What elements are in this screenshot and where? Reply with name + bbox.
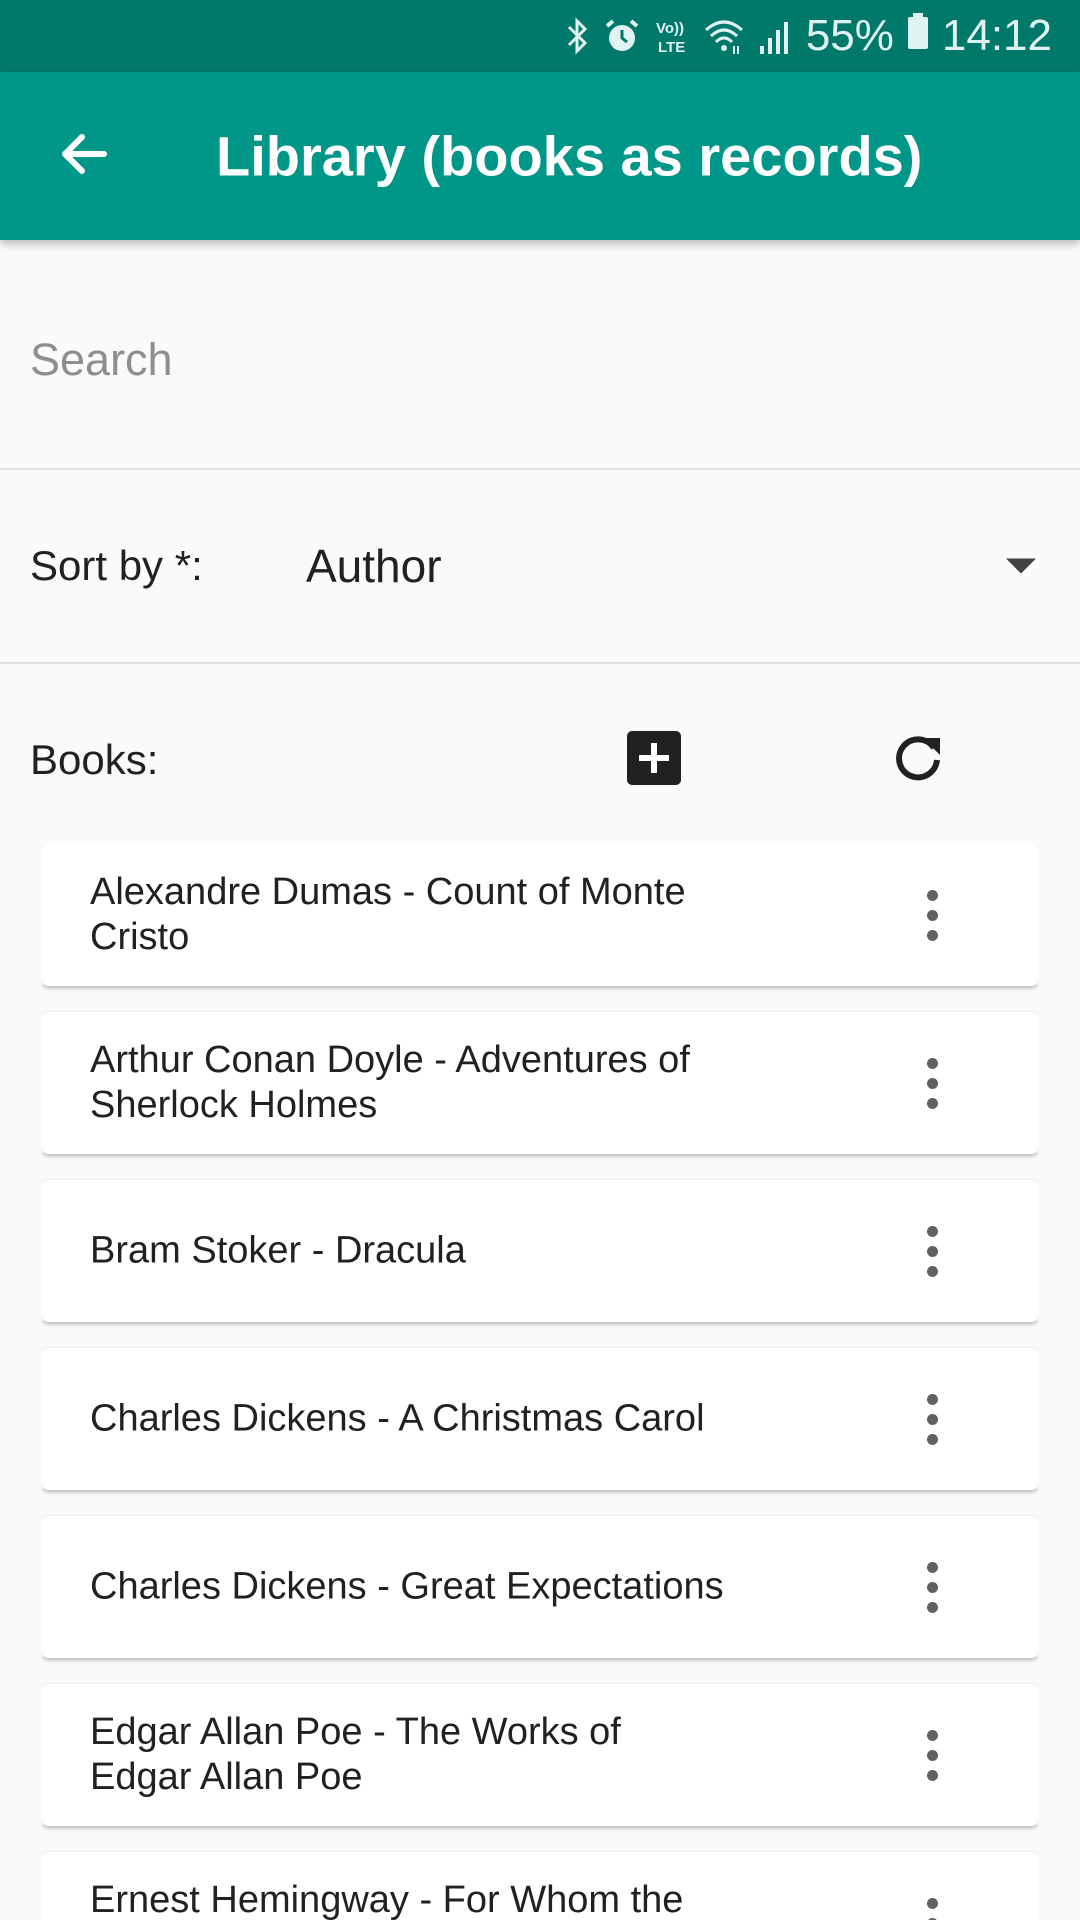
- book-card[interactable]: Arthur Conan Doyle - Adventures of Sherl…: [42, 1012, 1038, 1154]
- svg-text:Vo)): Vo)): [656, 20, 684, 37]
- book-title: Alexandre Dumas - Count of Monte Cristo: [90, 871, 686, 958]
- search-input[interactable]: [30, 320, 1050, 400]
- more-options-dot: [926, 1897, 938, 1909]
- battery-percentage: 55%: [805, 11, 894, 60]
- book-title: Charles Dickens - Great Expectations: [90, 1565, 724, 1608]
- more-options-icon[interactable]: [902, 1547, 962, 1627]
- more-options-icon[interactable]: [902, 1043, 962, 1123]
- book-card[interactable]: Ernest Hemingway - For Whom the Bell Tol…: [42, 1852, 1038, 1920]
- sort-label: Sort by *:: [30, 542, 203, 589]
- more-options-dot: [926, 889, 938, 901]
- svg-text:LTE: LTE: [658, 39, 685, 56]
- more-options-dot: [926, 1561, 938, 1573]
- volte-icon: Vo)) LTE: [654, 16, 690, 56]
- sort-selected-value: Author: [306, 540, 442, 592]
- book-card[interactable]: Edgar Allan Poe - The Works of Edgar All…: [42, 1684, 1038, 1826]
- book-title: Bram Stoker - Dracula: [90, 1229, 466, 1272]
- more-options-dot: [926, 1729, 938, 1741]
- book-title: Charles Dickens - A Christmas Carol: [90, 1397, 705, 1440]
- sort-dropdown[interactable]: Author: [290, 520, 1050, 612]
- refresh-icon: [890, 730, 946, 791]
- book-card[interactable]: Bram Stoker - Dracula: [42, 1180, 1038, 1322]
- page-title: Library (books as records): [216, 124, 923, 188]
- add-book-button[interactable]: [610, 722, 698, 798]
- app-bar: Library (books as records): [0, 72, 1080, 240]
- more-options-dot: [926, 929, 938, 941]
- status-bar: Vo)) LTE 55% 14:12: [0, 0, 1080, 72]
- more-options-dot: [926, 1393, 938, 1405]
- book-card[interactable]: Charles Dickens - Great Expectations: [42, 1516, 1038, 1658]
- more-options-icon[interactable]: [902, 875, 962, 955]
- more-options-dot: [926, 1581, 938, 1593]
- arrow-left-icon: [58, 128, 110, 185]
- more-options-dot: [926, 1413, 938, 1425]
- refresh-button[interactable]: [878, 720, 958, 800]
- clock: 14:12: [941, 11, 1052, 60]
- more-options-dot: [926, 1265, 938, 1277]
- status-icons: Vo)) LTE: [564, 16, 792, 56]
- alarm-icon: [602, 16, 642, 56]
- book-card[interactable]: Charles Dickens - A Christmas Carol: [42, 1348, 1038, 1490]
- books-label: Books:: [30, 736, 159, 783]
- dropdown-arrow-icon: [1006, 558, 1036, 574]
- add-box-icon: [626, 730, 682, 791]
- more-options-dot: [926, 909, 938, 921]
- more-options-icon[interactable]: [902, 1379, 962, 1459]
- more-options-icon[interactable]: [902, 1211, 962, 1291]
- more-options-icon[interactable]: [902, 1883, 962, 1920]
- more-options-dot: [926, 1245, 938, 1257]
- more-options-dot: [926, 1225, 938, 1237]
- book-card[interactable]: Alexandre Dumas - Count of Monte Cristo: [42, 844, 1038, 986]
- book-list: Alexandre Dumas - Count of Monte Cristo A…: [42, 844, 1038, 1920]
- wifi-icon: [702, 16, 746, 56]
- bluetooth-icon: [564, 16, 590, 56]
- book-title: Ernest Hemingway - For Whom the Bell Tol…: [90, 1879, 684, 1920]
- battery-icon: [906, 11, 930, 62]
- more-options-dot: [926, 1097, 938, 1109]
- more-options-icon[interactable]: [902, 1715, 962, 1795]
- more-options-dot: [926, 1601, 938, 1613]
- more-options-dot: [926, 1057, 938, 1069]
- more-options-dot: [926, 1433, 938, 1445]
- more-options-dot: [926, 1749, 938, 1761]
- book-title: Arthur Conan Doyle - Adventures of Sherl…: [90, 1039, 690, 1126]
- more-options-dot: [926, 1077, 938, 1089]
- book-title: Edgar Allan Poe - The Works of Edgar All…: [90, 1711, 621, 1798]
- back-button[interactable]: [48, 120, 120, 192]
- signal-icon: [758, 16, 792, 56]
- more-options-dot: [926, 1769, 938, 1781]
